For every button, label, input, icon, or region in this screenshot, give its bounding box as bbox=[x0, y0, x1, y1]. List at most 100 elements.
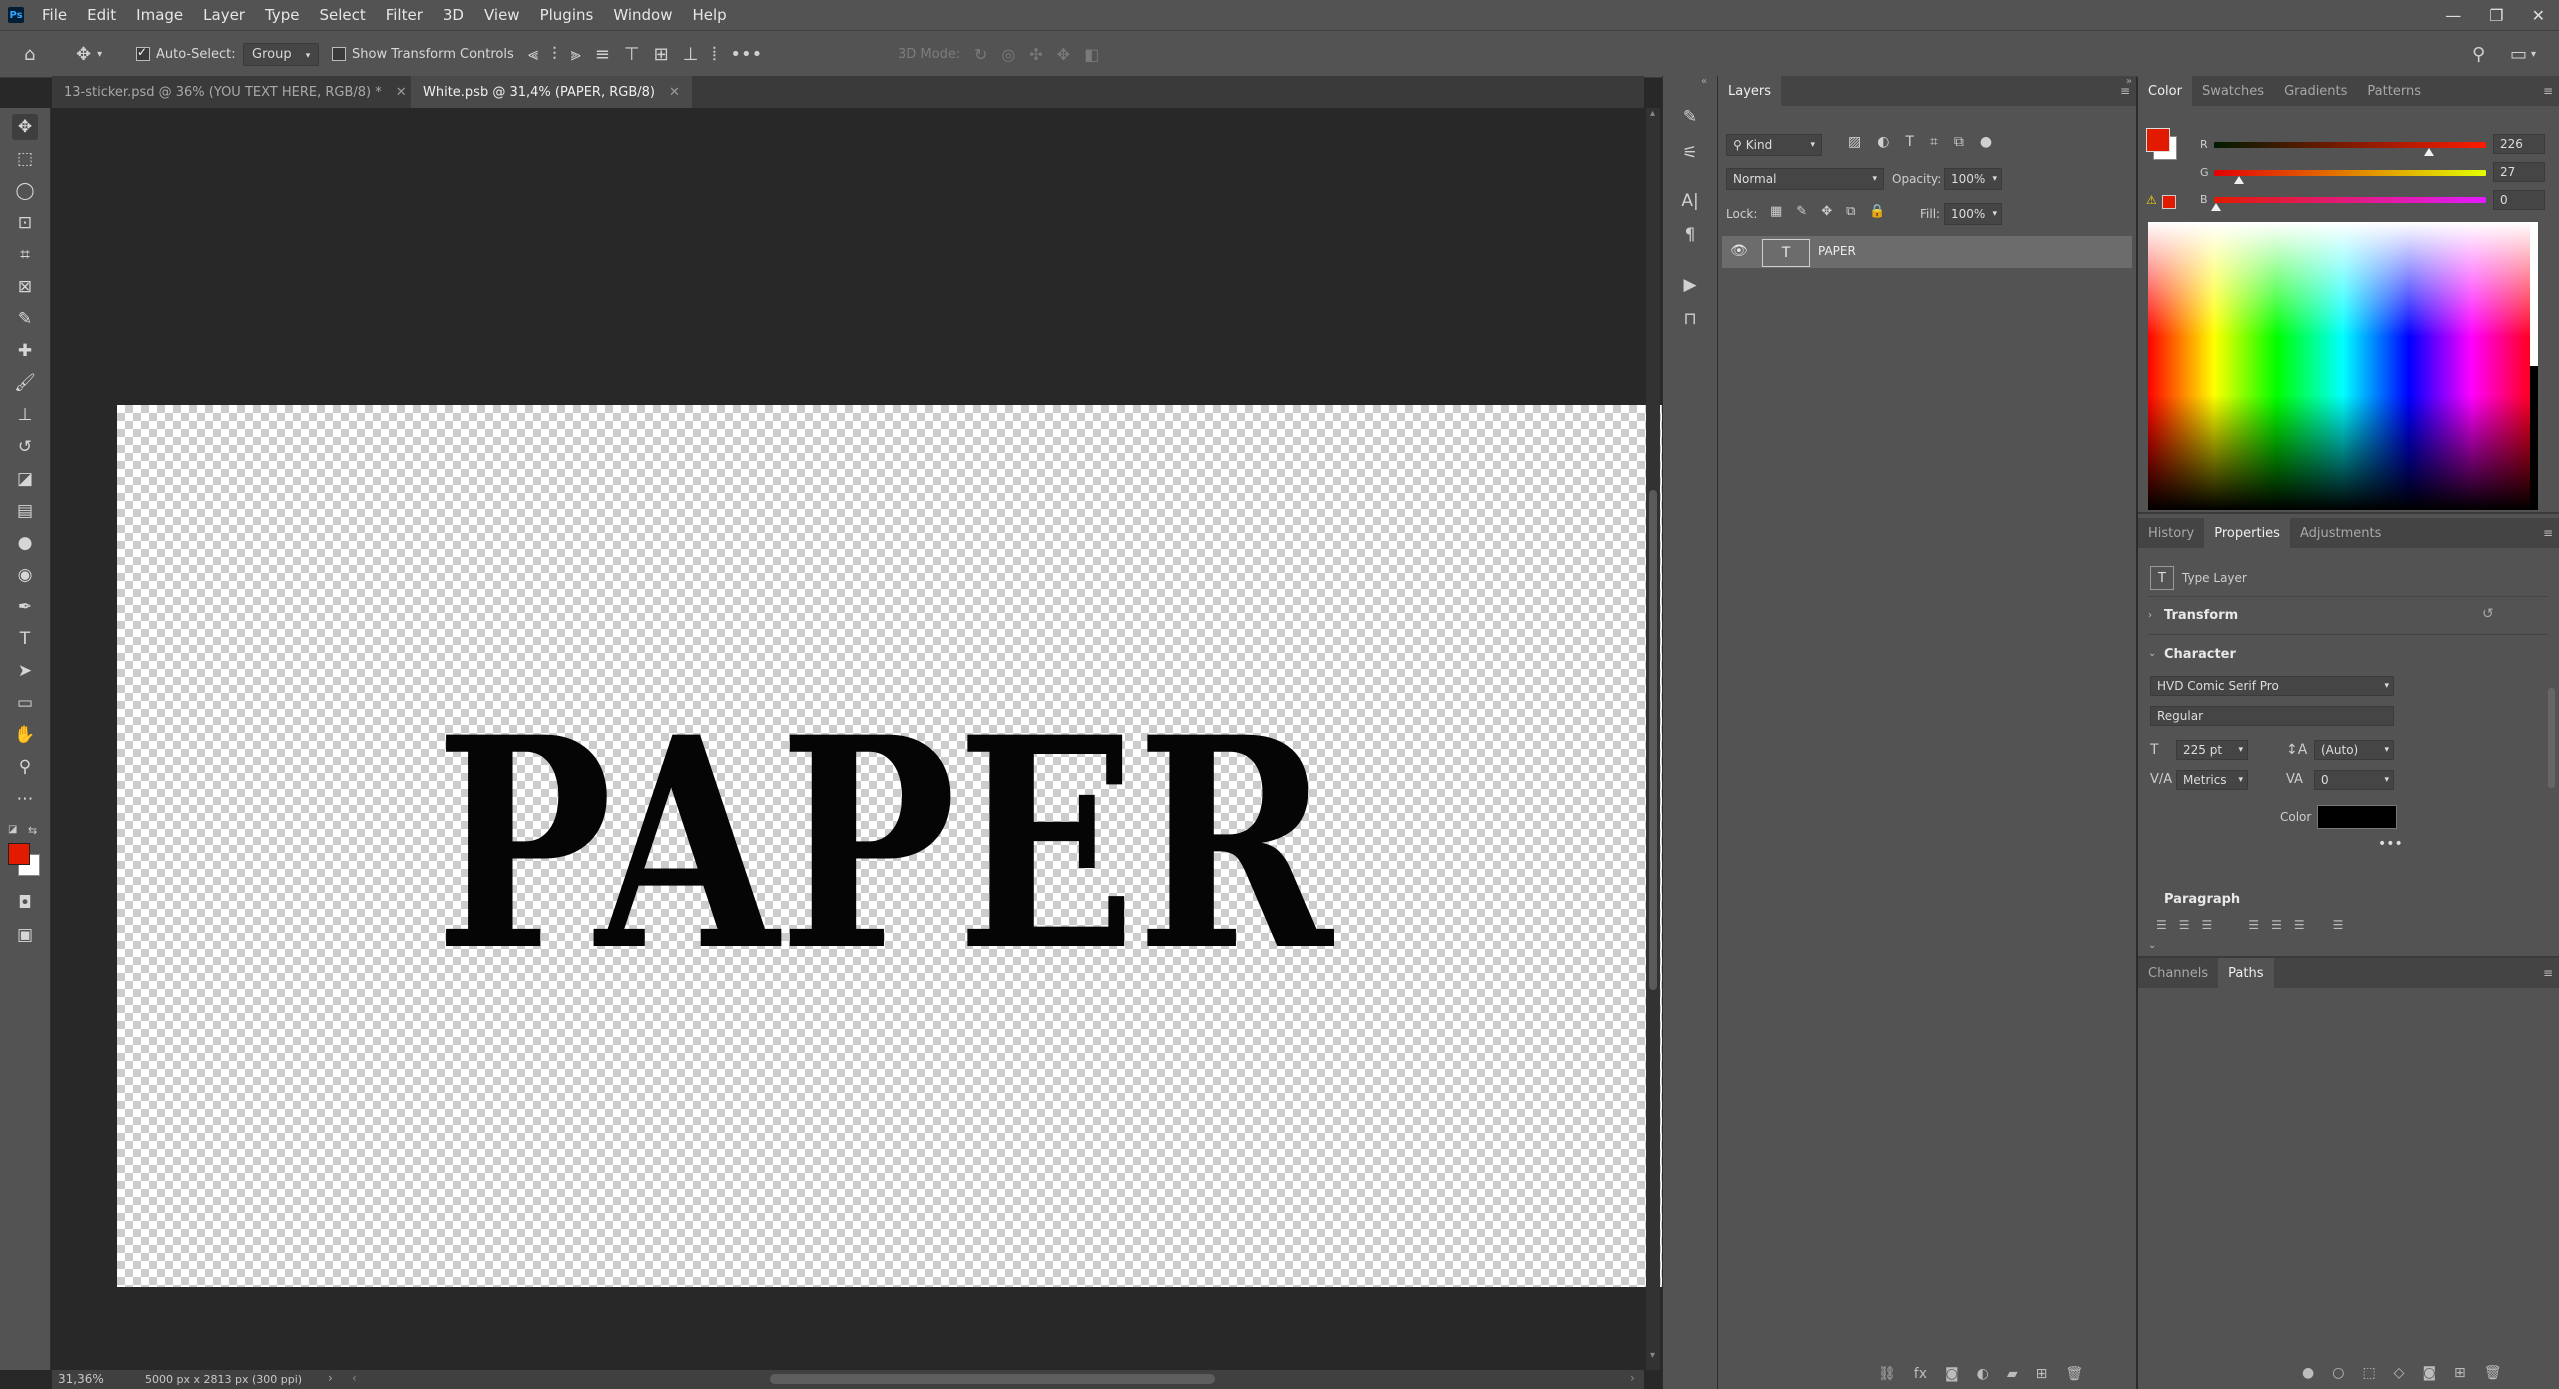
stroke-path-icon[interactable]: ○ bbox=[2332, 1365, 2344, 1381]
rectangle-tool-icon[interactable]: ▭ bbox=[12, 690, 38, 716]
auto-select-toggle[interactable]: Auto-Select: bbox=[136, 31, 236, 77]
add-mask-icon[interactable]: ◙ bbox=[2422, 1365, 2436, 1381]
layer-row[interactable]: 👁 T PAPER bbox=[1722, 236, 2132, 268]
character-panel-icon[interactable]: A| bbox=[1677, 188, 1703, 214]
pen-tool-icon[interactable]: ✒ bbox=[12, 594, 38, 620]
character-section-title[interactable]: Character bbox=[2164, 647, 2236, 662]
justify-center-icon[interactable]: ☰ bbox=[2271, 918, 2282, 932]
collapse-panel-icon[interactable]: » bbox=[2126, 76, 2132, 87]
move-tool-preset-icon[interactable]: ✥ ▾ bbox=[76, 31, 102, 77]
gamut-color-swatch[interactable] bbox=[2162, 195, 2176, 209]
filter-toggle-icon[interactable]: ● bbox=[1980, 134, 1992, 150]
align-right-icon[interactable]: ⫸ bbox=[571, 44, 581, 65]
load-path-as-selection-icon[interactable]: ⬚ bbox=[2362, 1365, 2375, 1381]
justify-left-icon[interactable]: ☰ bbox=[2248, 918, 2259, 932]
menu-help[interactable]: Help bbox=[682, 0, 736, 30]
close-tab-icon[interactable]: ✕ bbox=[669, 85, 680, 100]
lock-pixels-icon[interactable]: ✎ bbox=[1796, 204, 1807, 219]
filter-pixel-icon[interactable]: ▨ bbox=[1848, 134, 1861, 150]
horizontal-scroll-thumb[interactable] bbox=[770, 1374, 1215, 1384]
r-slider-thumb[interactable] bbox=[2424, 148, 2434, 156]
layer-filter-dropdown[interactable]: ⚲ Kind ▾ bbox=[1726, 134, 1822, 156]
transform-section-title[interactable]: Transform bbox=[2164, 608, 2238, 623]
type-tool-icon[interactable]: T bbox=[12, 626, 38, 652]
delete-layer-icon[interactable]: 🗑 bbox=[2065, 1366, 2083, 1382]
tab-gradients[interactable]: Gradients bbox=[2274, 76, 2357, 106]
scroll-down-icon[interactable]: ▾ bbox=[1650, 1350, 1655, 1361]
justify-right-icon[interactable]: ☰ bbox=[2294, 918, 2305, 932]
menu-file[interactable]: File bbox=[32, 0, 77, 30]
align-left-icon[interactable]: ⫷ bbox=[528, 44, 538, 65]
filter-adjustment-icon[interactable]: ◐ bbox=[1877, 134, 1889, 150]
paragraph-chevron-icon[interactable]: ⌄ bbox=[2148, 940, 2156, 951]
lock-position-icon[interactable]: ✥ bbox=[1821, 204, 1832, 219]
align-bottom-icon[interactable]: ⊥ bbox=[683, 44, 699, 65]
object-select-tool-icon[interactable]: ⊡ bbox=[12, 210, 38, 236]
path-selection-tool-icon[interactable]: ➤ bbox=[12, 658, 38, 684]
frame-tool-icon[interactable]: ⊠ bbox=[12, 274, 38, 300]
align-center-icon[interactable]: ⫶ bbox=[552, 44, 557, 65]
zoom-level[interactable]: 31,36% bbox=[58, 1372, 104, 1386]
dodge-tool-icon[interactable]: ◉ bbox=[12, 562, 38, 588]
align-text-left-icon[interactable]: ☰ bbox=[2156, 918, 2167, 932]
layer-name[interactable]: PAPER bbox=[1818, 244, 1856, 258]
history-brush-tool-icon[interactable]: ↺ bbox=[12, 434, 38, 460]
blur-tool-icon[interactable]: ● bbox=[12, 530, 38, 556]
show-transform-toggle[interactable]: Show Transform Controls bbox=[332, 31, 514, 77]
brush-settings-icon[interactable]: ✎ bbox=[1677, 104, 1703, 130]
zoom-tool-icon[interactable]: ⚲ bbox=[12, 754, 38, 780]
panel-menu-icon[interactable]: ≡ bbox=[2543, 966, 2553, 980]
menu-select[interactable]: Select bbox=[309, 0, 375, 30]
foreground-color-chip[interactable] bbox=[2146, 128, 2170, 152]
workspace-icon[interactable]: ▭ ▾ bbox=[2510, 31, 2536, 77]
collapse-dock-icon[interactable]: « bbox=[1701, 76, 1707, 87]
lock-all-icon[interactable]: 🔒 bbox=[1869, 204, 1885, 219]
justify-all-icon[interactable]: ☰ bbox=[2333, 918, 2344, 932]
menu-layer[interactable]: Layer bbox=[193, 0, 255, 30]
search-icon[interactable]: ⚲ bbox=[2472, 31, 2485, 77]
add-mask-icon[interactable]: ◙ bbox=[1945, 1366, 1959, 1382]
layer-style-icon[interactable]: fx bbox=[1914, 1366, 1927, 1382]
leading-field[interactable]: (Auto) ▾ bbox=[2314, 740, 2394, 760]
fill-field[interactable]: 100% ▾ bbox=[1944, 203, 2002, 225]
menu-edit[interactable]: Edit bbox=[77, 0, 126, 30]
auto-select-dropdown[interactable]: Group ▾ bbox=[243, 31, 320, 77]
screen-mode-icon[interactable]: ▣ bbox=[12, 922, 38, 948]
new-group-icon[interactable]: ▰ bbox=[2007, 1366, 2018, 1382]
tracking-field[interactable]: 0 ▾ bbox=[2314, 770, 2394, 790]
lightness-strip[interactable] bbox=[2530, 222, 2538, 510]
b-slider[interactable] bbox=[2214, 197, 2486, 203]
swap-colors-icon[interactable]: ⇆ bbox=[28, 824, 37, 837]
filter-smart-object-icon[interactable]: ⧉ bbox=[1954, 134, 1964, 150]
scroll-right-icon[interactable]: › bbox=[1630, 1371, 1635, 1385]
tab-adjustments[interactable]: Adjustments bbox=[2290, 518, 2391, 548]
crop-tool-icon[interactable]: ⌗ bbox=[12, 242, 38, 268]
foreground-color-swatch[interactable] bbox=[8, 843, 30, 865]
brush-tool-icon[interactable]: 🖌 bbox=[12, 370, 38, 396]
home-icon[interactable]: ⌂ bbox=[24, 31, 35, 77]
document-info[interactable]: 5000 px x 2813 px (300 ppi) bbox=[145, 1373, 302, 1386]
menu-plugins[interactable]: Plugins bbox=[530, 0, 604, 30]
default-colors-icon[interactable]: ◪ bbox=[8, 824, 17, 835]
eyedropper-tool-icon[interactable]: ✎ bbox=[12, 306, 38, 332]
gradient-tool-icon[interactable]: ▤ bbox=[12, 498, 38, 524]
font-family-dropdown[interactable]: HVD Comic Serif Pro ▾ bbox=[2150, 676, 2394, 696]
clone-stamp-tool-icon[interactable]: ⊥ bbox=[12, 402, 38, 428]
lasso-tool-icon[interactable]: ◯ bbox=[12, 178, 38, 204]
tab-patterns[interactable]: Patterns bbox=[2357, 76, 2431, 106]
3d-orbit-icon[interactable]: ↻ bbox=[974, 45, 987, 64]
panel-menu-icon[interactable]: ≡ bbox=[2543, 526, 2553, 540]
g-slider[interactable] bbox=[2214, 170, 2486, 176]
auto-select-checkbox[interactable] bbox=[136, 45, 150, 61]
reset-transform-icon[interactable]: ↺ bbox=[2482, 606, 2494, 622]
properties-scroll-thumb[interactable] bbox=[2548, 688, 2555, 788]
tab-13-sticker[interactable]: 13-sticker.psd @ 36% (YOU TEXT HERE, RGB… bbox=[52, 76, 419, 108]
minimize-icon[interactable]: — bbox=[2445, 6, 2461, 25]
color-spectrum-field[interactable] bbox=[2148, 222, 2538, 510]
kerning-dropdown[interactable]: Metrics ▾ bbox=[2176, 770, 2248, 790]
make-work-path-icon[interactable]: ◇ bbox=[2394, 1365, 2405, 1381]
tab-history[interactable]: History bbox=[2138, 518, 2204, 548]
vertical-scroll-thumb[interactable] bbox=[1649, 490, 1657, 990]
paragraph-panel-icon[interactable]: ¶ bbox=[1677, 222, 1703, 248]
eraser-tool-icon[interactable]: ◪ bbox=[12, 466, 38, 492]
